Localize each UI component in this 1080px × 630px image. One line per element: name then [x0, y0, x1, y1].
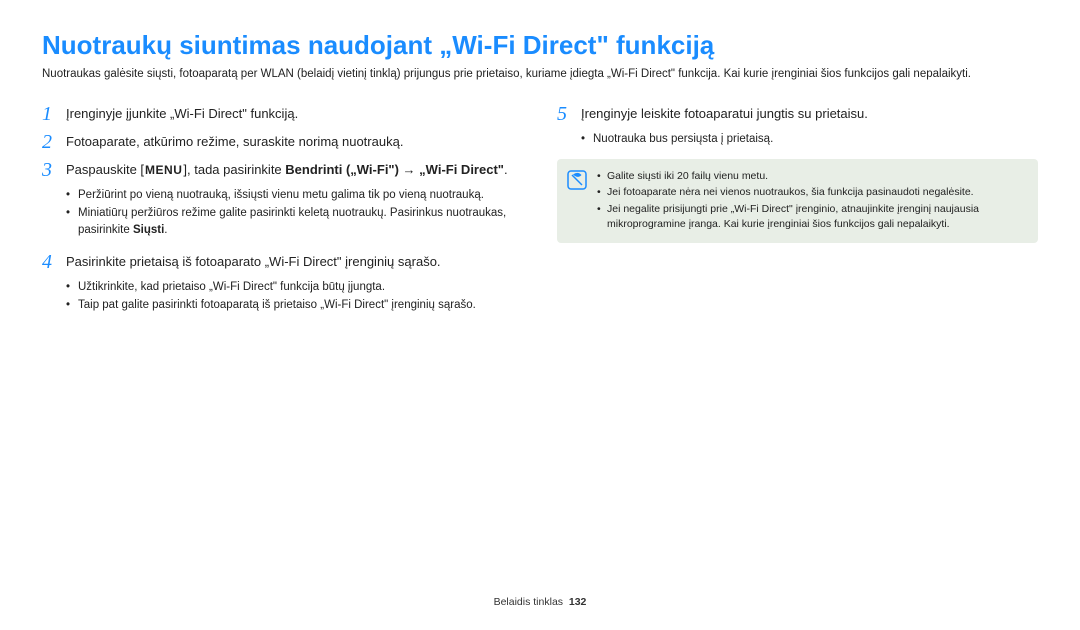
list-item: Jei fotoaparate nėra nei vienos nuotrauk…	[597, 185, 1026, 200]
list-item: Užtikrinkite, kad prietaiso „Wi-Fi Direc…	[66, 279, 523, 296]
arrow-icon	[403, 162, 416, 177]
step-3: 3 Paspauskite [MENU], tada pasirinkite B…	[42, 159, 523, 181]
t: .	[504, 162, 508, 177]
bold: Siųsti	[133, 224, 164, 236]
step-number: 3	[42, 159, 66, 181]
left-column: 1 Įrenginyje įjunkite „Wi-Fi Direct" fun…	[42, 103, 523, 326]
step-1: 1 Įrenginyje įjunkite „Wi-Fi Direct" fun…	[42, 103, 523, 125]
step-number: 5	[557, 103, 581, 125]
menu-icon: MENU	[144, 162, 183, 179]
document-page: Nuotraukų siuntimas naudojant „Wi-Fi Dir…	[0, 0, 1080, 630]
list-item: Taip pat galite pasirinkti fotoaparatą i…	[66, 297, 523, 314]
bold: Bendrinti („Wi-Fi")	[285, 162, 399, 177]
step-2: 2 Fotoaparate, atkūrimo režime, suraskit…	[42, 131, 523, 153]
list-item: Peržiūrint po vieną nuotrauką, išsiųsti …	[66, 187, 523, 204]
step-text: Paspauskite [MENU], tada pasirinkite Ben…	[66, 159, 523, 179]
t: Paspauskite [	[66, 162, 144, 177]
step-text: Pasirinkite prietaisą iš fotoaparato „Wi…	[66, 251, 523, 271]
step-number: 4	[42, 251, 66, 273]
step-text: Įrenginyje leiskite fotoaparatui jungtis…	[581, 103, 1038, 123]
note-list: Galite siųsti iki 20 failų vienu metu. J…	[597, 169, 1026, 233]
step-text: Fotoaparate, atkūrimo režime, suraskite …	[66, 131, 523, 151]
page-number: 132	[569, 596, 587, 608]
step-4-bullets: Užtikrinkite, kad prietaiso „Wi-Fi Direc…	[66, 279, 523, 314]
intro-paragraph: Nuotraukas galėsite siųsti, fotoaparatą …	[42, 67, 1038, 83]
list-item: Miniatiūrų peržiūros režime galite pasir…	[66, 205, 523, 238]
step-5: 5 Įrenginyje leiskite fotoaparatui jungt…	[557, 103, 1038, 125]
t: ], tada pasirinkite	[183, 162, 285, 177]
page-title: Nuotraukų siuntimas naudojant „Wi-Fi Dir…	[42, 30, 1038, 61]
list-item: Jei negalite prisijungti prie „Wi-Fi Dir…	[597, 202, 1026, 232]
list-item: Nuotrauka bus persiųsta į prietaisą.	[581, 131, 1038, 148]
page-footer: Belaidis tinklas 132	[0, 596, 1080, 608]
info-icon	[567, 170, 587, 190]
right-column: 5 Įrenginyje leiskite fotoaparatui jungt…	[557, 103, 1038, 326]
bold: „Wi-Fi Direct"	[419, 162, 504, 177]
step-number: 2	[42, 131, 66, 153]
step-4: 4 Pasirinkite prietaisą iš fotoaparato „…	[42, 251, 523, 273]
footer-section: Belaidis tinklas	[494, 596, 563, 608]
step-number: 1	[42, 103, 66, 125]
step-text: Įrenginyje įjunkite „Wi-Fi Direct" funkc…	[66, 103, 523, 123]
list-item: Galite siųsti iki 20 failų vienu metu.	[597, 169, 1026, 184]
step-5-bullets: Nuotrauka bus persiųsta į prietaisą.	[581, 131, 1038, 148]
info-note-box: Galite siųsti iki 20 failų vienu metu. J…	[557, 159, 1038, 243]
step-3-bullets: Peržiūrint po vieną nuotrauką, išsiųsti …	[66, 187, 523, 239]
content-columns: 1 Įrenginyje įjunkite „Wi-Fi Direct" fun…	[42, 103, 1038, 326]
